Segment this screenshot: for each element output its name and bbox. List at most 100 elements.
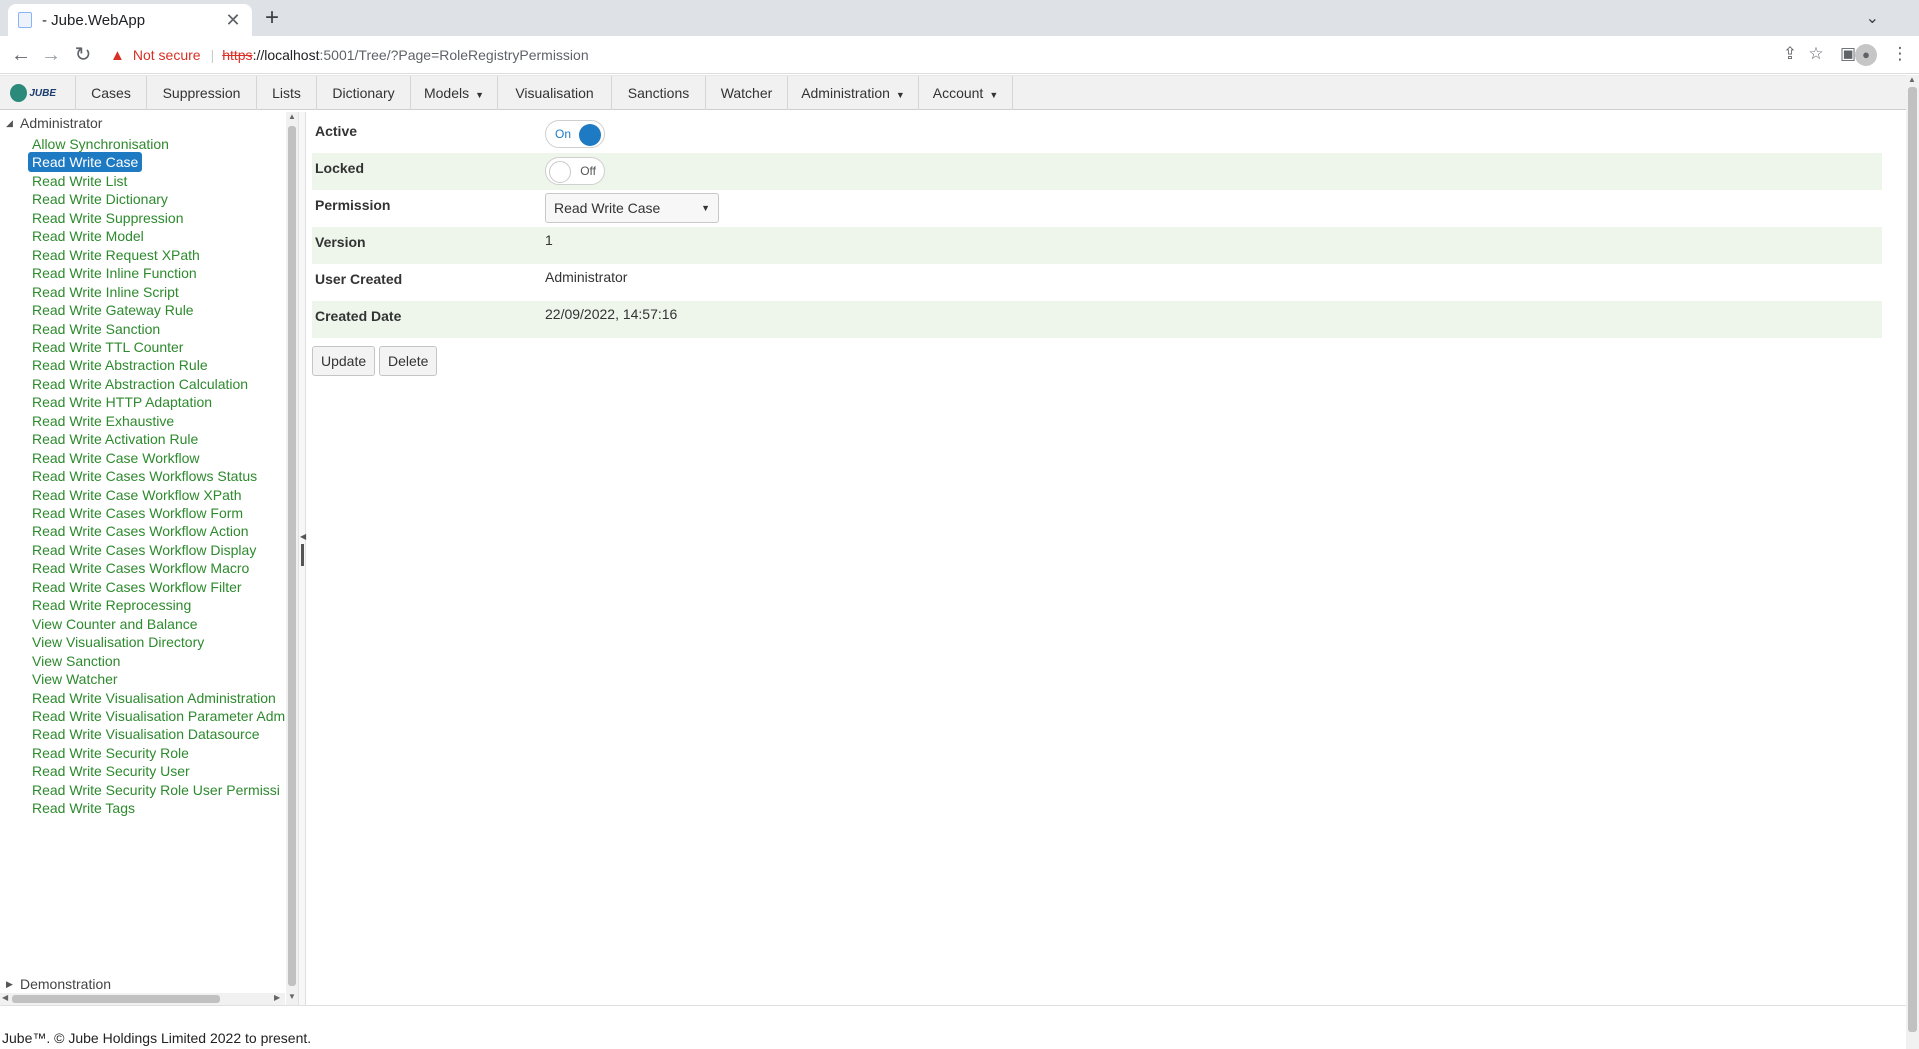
tree-item[interactable]: Read Write Cases Workflows Status [28, 466, 261, 486]
version-value: 1 [545, 232, 553, 248]
menu-account-label: Account [932, 85, 984, 101]
tree-root-demonstration[interactable]: ▶ Demonstration [6, 976, 111, 992]
chevron-down-icon: ▼ [701, 203, 710, 213]
tree-item[interactable]: Read Write Reprocessing [28, 595, 195, 615]
form-row-user-created: User Created Administrator [312, 264, 1882, 301]
tree-item[interactable]: Read Write Inline Script [28, 282, 183, 302]
tree-item[interactable]: Read Write Visualisation Parameter Adm [28, 706, 285, 726]
tree-item[interactable]: Read Write Abstraction Rule [28, 355, 212, 375]
splitter-grip[interactable] [301, 544, 304, 566]
tree-item[interactable]: Read Write Request XPath [28, 245, 204, 265]
tree-item[interactable]: Read Write Case [28, 152, 143, 173]
tree-item[interactable]: Read Write Exhaustive [28, 411, 178, 431]
created-date-label: Created Date [315, 308, 402, 324]
tree-item[interactable]: Read Write Cases Workflow Filter [28, 577, 246, 597]
profile-avatar-icon[interactable]: ● [1855, 44, 1877, 66]
active-label: Active [315, 123, 358, 139]
scroll-down-icon[interactable]: ▼ [286, 992, 298, 1001]
back-arrow-icon[interactable]: ← [8, 42, 34, 68]
collapse-triangle-icon[interactable]: ▶ [6, 979, 14, 990]
tree-item[interactable]: Read Write Case Workflow [28, 448, 204, 468]
tree-item[interactable]: Read Write Dictionary [28, 189, 172, 209]
locked-toggle[interactable]: Off [545, 157, 605, 185]
delete-button[interactable]: Delete [379, 346, 438, 376]
tree-item[interactable]: Read Write Model [28, 226, 148, 246]
tree-item[interactable]: Read Write Cases Workflow Form [28, 503, 247, 523]
tab-search-icon[interactable]: ⌄ [1866, 8, 1879, 28]
tree-item[interactable]: Read Write Abstraction Calculation [28, 374, 252, 394]
tree-item[interactable]: Read Write Case Workflow XPath [28, 485, 246, 505]
menu-models[interactable]: Models ▼ [410, 76, 497, 110]
tree-root-label: Administrator [20, 115, 103, 131]
form-row-version: Version 1 [312, 227, 1882, 264]
menu-administration[interactable]: Administration ▼ [787, 76, 918, 110]
tree-item[interactable]: View Visualisation Directory [28, 632, 208, 652]
role-permission-form: Active On Locked Off Permission Read Wri… [312, 116, 1882, 378]
tree-item[interactable]: Read Write Activation Rule [28, 429, 202, 449]
user-created-label: User Created [315, 271, 403, 287]
tree-item[interactable]: Read Write Inline Function [28, 263, 201, 283]
page-vertical-scrollbar[interactable]: ▲ [1906, 75, 1919, 1049]
collapse-panel-icon[interactable]: ◀ [300, 532, 306, 541]
scroll-right-icon[interactable]: ▶ [274, 993, 280, 1002]
menu-lists[interactable]: Lists [256, 76, 316, 110]
permission-select[interactable]: Read Write Case ▼ [545, 193, 719, 223]
menu-administration-label: Administration [801, 85, 890, 101]
bookmark-star-icon[interactable]: ☆ [1805, 44, 1827, 64]
menu-models-label: Models [423, 85, 470, 101]
tree-item[interactable]: Read Write Suppression [28, 208, 187, 228]
update-button[interactable]: Update [312, 346, 376, 376]
panel-splitter[interactable]: ◀ [298, 112, 306, 1005]
menu-sanctions[interactable]: Sanctions [611, 76, 705, 110]
jube-logo-icon [10, 84, 28, 102]
tree-vscroll-thumb[interactable] [288, 126, 296, 986]
tree-item[interactable]: Read Write Cases Workflow Macro [28, 558, 253, 578]
tree-horizontal-scrollbar[interactable]: ◀ ▶ [0, 993, 285, 1005]
tree-item[interactable]: Read Write List [28, 171, 131, 191]
tree-item[interactable]: Read Write Security User [28, 761, 194, 781]
reload-icon[interactable]: ↻ [70, 42, 96, 68]
tree-vertical-scrollbar[interactable]: ▲ ▼ [286, 112, 298, 1005]
browser-tab[interactable]: - Jube.WebApp ✕ [8, 4, 252, 36]
scroll-left-icon[interactable]: ◀ [2, 993, 8, 1002]
browser-menu-icon[interactable]: ⋮ [1889, 44, 1911, 64]
tree-item[interactable]: Read Write Cases Workflow Display [28, 540, 260, 560]
tree-hscroll-thumb[interactable] [12, 995, 220, 1003]
expand-triangle-icon[interactable]: ◢ [6, 118, 14, 129]
tree-item[interactable]: Read Write HTTP Adaptation [28, 392, 216, 412]
tree-item[interactable]: View Sanction [28, 651, 124, 671]
tree-item[interactable]: Read Write Cases Workflow Action [28, 521, 253, 541]
tree-item[interactable]: Read Write Visualisation Datasource [28, 724, 264, 744]
menu-suppression[interactable]: Suppression [146, 76, 256, 110]
security-status[interactable]: Not secure [133, 47, 201, 63]
tree-item[interactable]: Read Write Security Role User Permissi [28, 780, 284, 800]
url-scheme: https [222, 47, 253, 63]
tree-item[interactable]: Read Write Tags [28, 798, 139, 818]
active-toggle[interactable]: On [545, 120, 605, 148]
tree-item[interactable]: Read Write Visualisation Administration [28, 688, 280, 708]
forward-arrow-icon[interactable]: → [38, 42, 64, 68]
new-tab-icon[interactable]: + [258, 5, 286, 33]
address-bar[interactable]: ▲ Not secure | https://localhost:5001/Tr… [110, 40, 1740, 70]
tree-item[interactable]: Read Write Security Role [28, 743, 193, 763]
tree-item[interactable]: Read Write TTL Counter [28, 337, 187, 357]
jube-logo[interactable]: JUBE [10, 83, 56, 103]
tree-item[interactable]: Allow Synchronisation [28, 134, 173, 154]
menu-dictionary[interactable]: Dictionary [316, 76, 410, 110]
tree-item[interactable]: Read Write Gateway Rule [28, 300, 198, 320]
tree-item[interactable]: Read Write Sanction [28, 319, 164, 339]
menu-visualisation[interactable]: Visualisation [497, 76, 611, 110]
page-vscroll-thumb[interactable] [1908, 87, 1917, 1032]
tree-item[interactable]: View Counter and Balance [28, 614, 202, 634]
form-row-active: Active On [312, 116, 1882, 153]
share-icon[interactable]: ⇪ [1779, 44, 1801, 64]
menu-account[interactable]: Account ▼ [918, 76, 1013, 110]
locked-toggle-text: Off [580, 164, 596, 178]
close-tab-icon[interactable]: ✕ [224, 10, 242, 31]
scroll-up-icon[interactable]: ▲ [1908, 75, 1916, 84]
tree-item[interactable]: View Watcher [28, 669, 122, 689]
menu-cases[interactable]: Cases [75, 76, 146, 110]
scroll-up-icon[interactable]: ▲ [286, 112, 298, 121]
menu-watcher[interactable]: Watcher [705, 76, 787, 110]
tree-root-administrator[interactable]: ◢ Administrator [6, 115, 102, 131]
